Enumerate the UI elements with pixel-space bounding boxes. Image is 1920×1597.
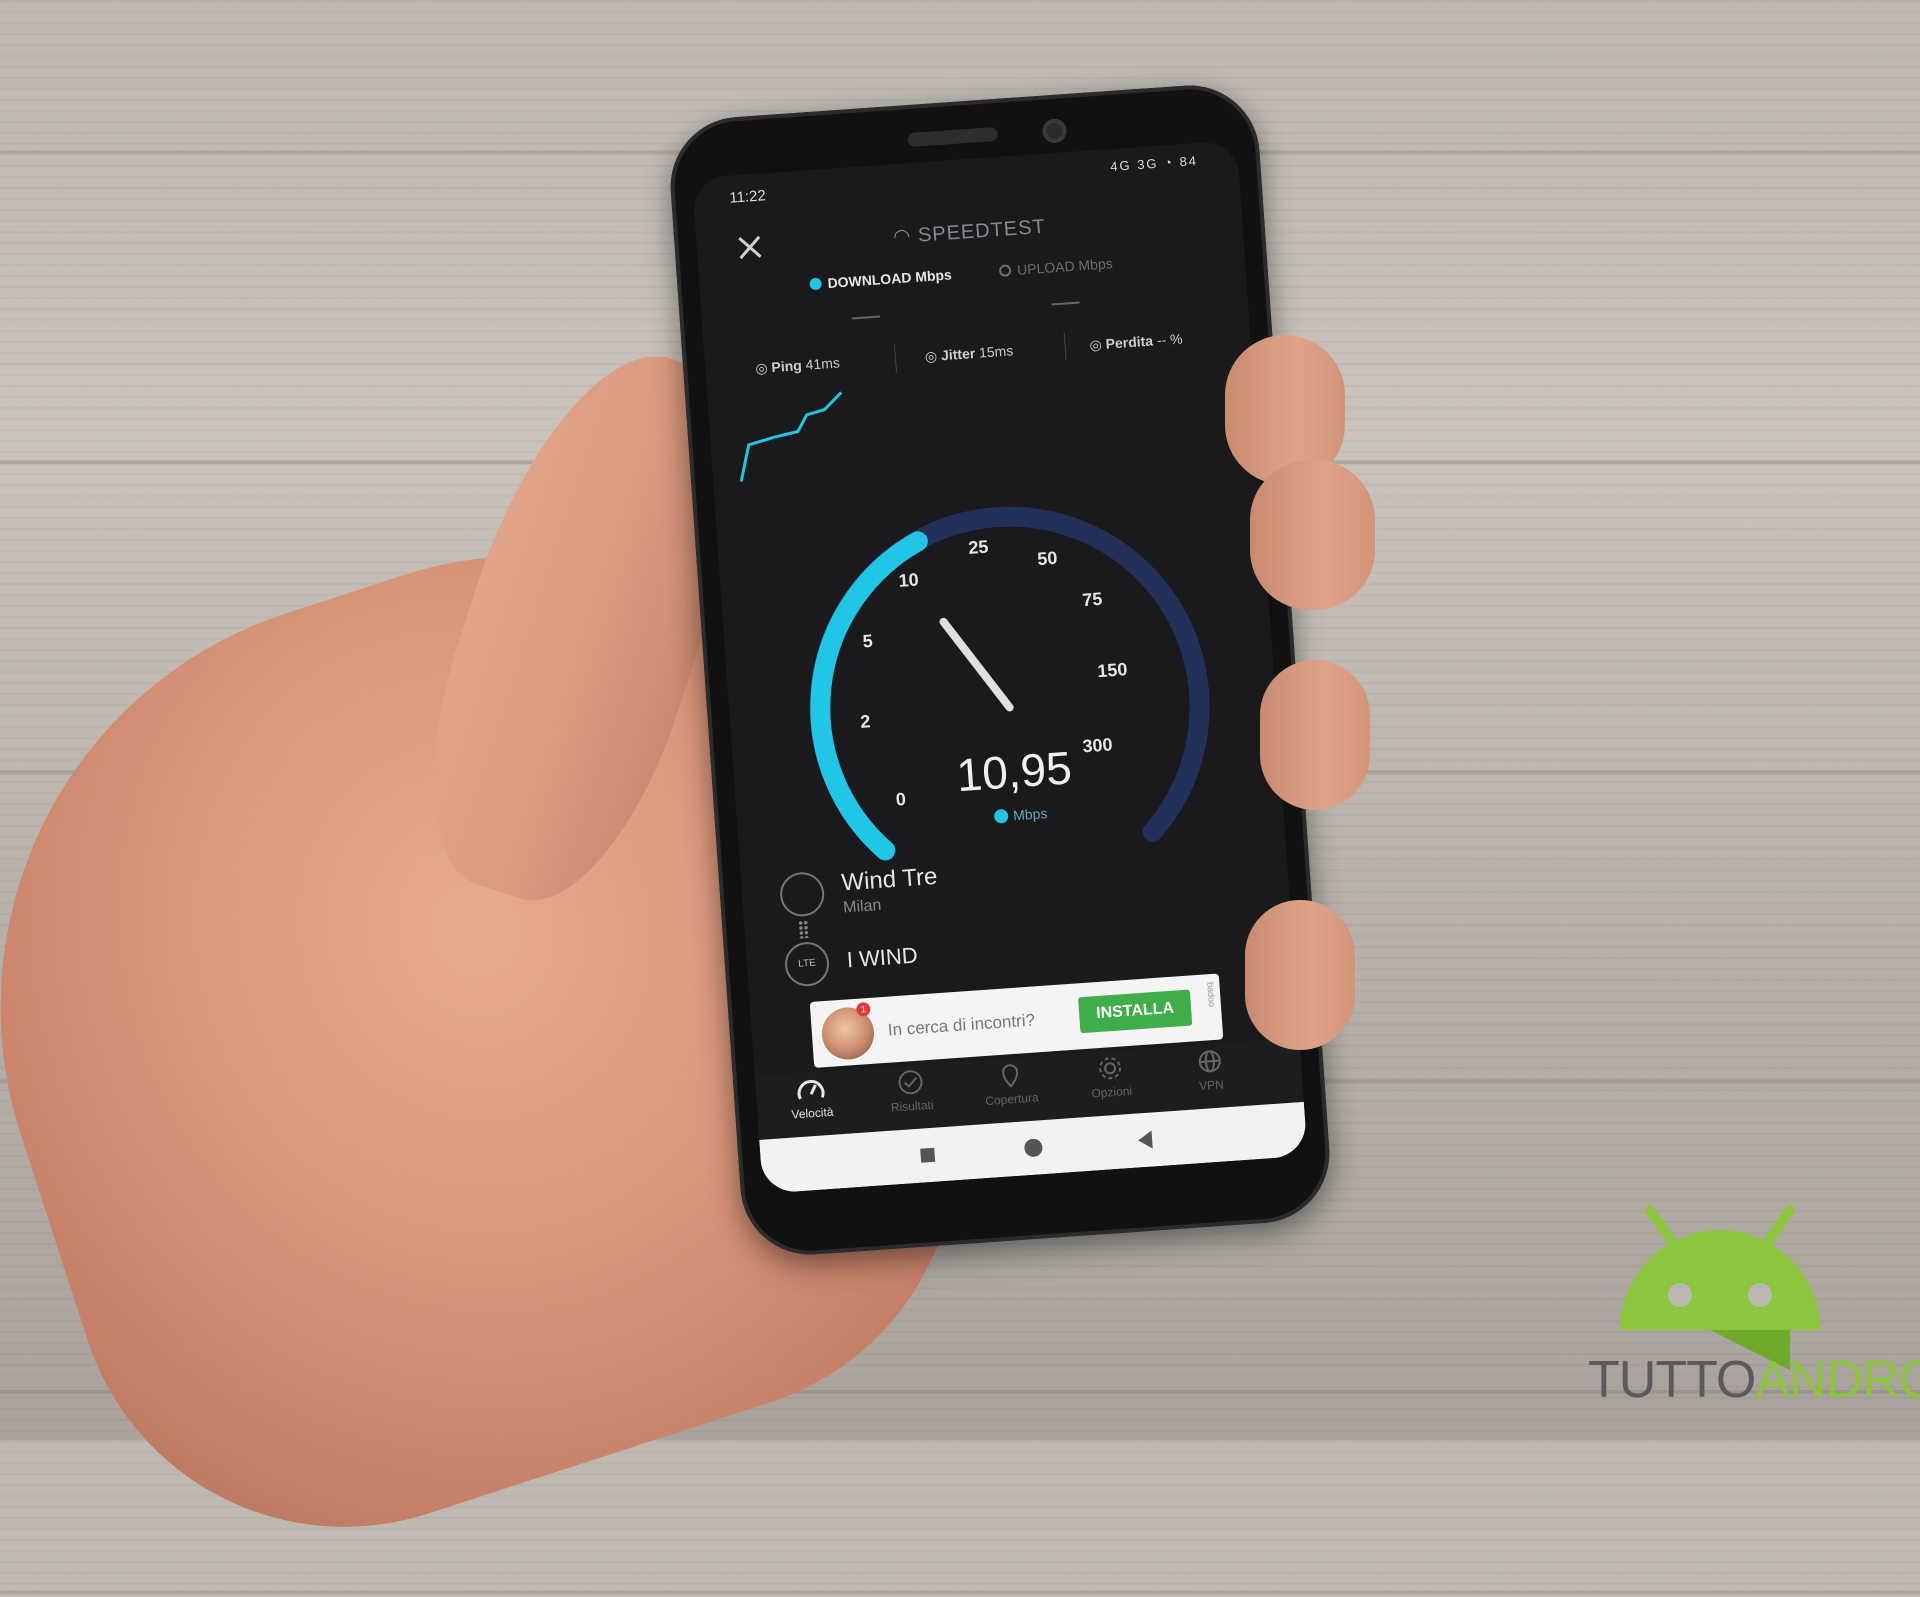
- recents-button: [920, 1147, 936, 1163]
- download-icon: [994, 809, 1009, 824]
- gauge-tick-label: 75: [1082, 589, 1103, 610]
- gauge-tick-label: 50: [1037, 548, 1058, 569]
- check-circle-icon: [898, 1070, 923, 1095]
- jitter-icon: ◎: [924, 347, 942, 365]
- nav-item-options[interactable]: Opzioni: [1064, 1052, 1157, 1102]
- status-icons: 4G 3G ◔ 84: [1110, 153, 1199, 174]
- metric-divider: [894, 344, 897, 373]
- middle-finger: [1250, 460, 1375, 610]
- upload-icon: [998, 264, 1012, 278]
- install-button[interactable]: INSTALLA: [1078, 989, 1193, 1034]
- wifi-icon: ◔: [1163, 154, 1175, 171]
- metrics-row: ◎ Ping 41ms ◎ Jitter 15ms ◎ Perdita -- %: [724, 321, 1231, 386]
- smartphone: 11:22 4G 3G ◔ 84 ◠ SPEEDTEST DOWNLOAD Mb…: [665, 80, 1335, 1260]
- nav-item-results[interactable]: Risultati: [865, 1066, 958, 1116]
- upload-label: UPLOAD Mbps: [998, 255, 1113, 279]
- globe-icon: [1198, 1050, 1221, 1073]
- loss-metric: ◎ Perdita -- %: [1088, 330, 1184, 353]
- server-city: Milan: [842, 896, 882, 917]
- ad-text: In cerca di incontri?: [887, 1010, 1036, 1040]
- ring-finger: [1260, 660, 1370, 810]
- speed-reading: 10,95: [955, 741, 1073, 801]
- gauge-needle: [939, 617, 1014, 712]
- ping-metric: ◎ Ping 41ms: [754, 354, 841, 377]
- gear-icon: [1099, 1057, 1122, 1080]
- status-time: 11:22: [728, 187, 767, 207]
- gauge-tick-label: 5: [862, 631, 873, 652]
- carrier-name: I WIND: [845, 942, 919, 973]
- notification-badge: 1: [855, 1001, 871, 1017]
- gauge-tick-label: 150: [1097, 659, 1128, 681]
- front-camera: [1041, 118, 1068, 144]
- download-label: DOWNLOAD Mbps: [809, 266, 952, 292]
- metric-divider: [1063, 332, 1067, 361]
- gauge-tick-label: 2: [860, 711, 871, 732]
- speed-unit: Mbps: [1013, 805, 1048, 823]
- ping-graph: [739, 391, 843, 482]
- loss-icon: ◎: [1088, 335, 1107, 353]
- home-button: [1024, 1138, 1043, 1157]
- phone-screen: 11:22 4G 3G ◔ 84 ◠ SPEEDTEST DOWNLOAD Mb…: [691, 140, 1308, 1194]
- gauge-track: [809, 506, 1210, 861]
- ping-icon: ◎: [754, 359, 772, 377]
- map-pin-icon: [1002, 1064, 1019, 1088]
- jitter-metric: ◎ Jitter 15ms: [924, 342, 1014, 365]
- watermark-text: TUTTOANDROID: [1588, 1351, 1920, 1409]
- nav-item-speed[interactable]: Velocità: [765, 1073, 858, 1123]
- upload-placeholder: [1051, 301, 1080, 306]
- lte-icon: LTE: [783, 940, 831, 988]
- back-button: [1138, 1130, 1153, 1149]
- little-finger: [1245, 900, 1355, 1050]
- download-icon: [809, 277, 823, 291]
- gauge-tick-label: 25: [968, 537, 989, 558]
- nav-item-coverage[interactable]: Copertura: [964, 1059, 1057, 1109]
- nav-item-vpn[interactable]: VPN: [1164, 1045, 1257, 1095]
- gauge-tick-label: 0: [895, 789, 906, 810]
- connection-dots-icon: [797, 920, 810, 939]
- speedometer-icon: [797, 1079, 825, 1100]
- battery-level: 84: [1178, 152, 1199, 170]
- ad-brand: badoo: [1205, 981, 1218, 1008]
- earpiece: [907, 126, 999, 148]
- download-placeholder: [852, 315, 881, 320]
- gauge-tick-label: 10: [898, 569, 919, 590]
- speedometer-icon: ◠: [892, 224, 919, 249]
- network-indicator: 4G 3G: [1109, 155, 1159, 175]
- gauge-progress: [810, 531, 928, 861]
- gauge-tick-label: 300: [1082, 734, 1113, 756]
- photo-scene: 11:22 4G 3G ◔ 84 ◠ SPEEDTEST DOWNLOAD Mb…: [0, 0, 1920, 1597]
